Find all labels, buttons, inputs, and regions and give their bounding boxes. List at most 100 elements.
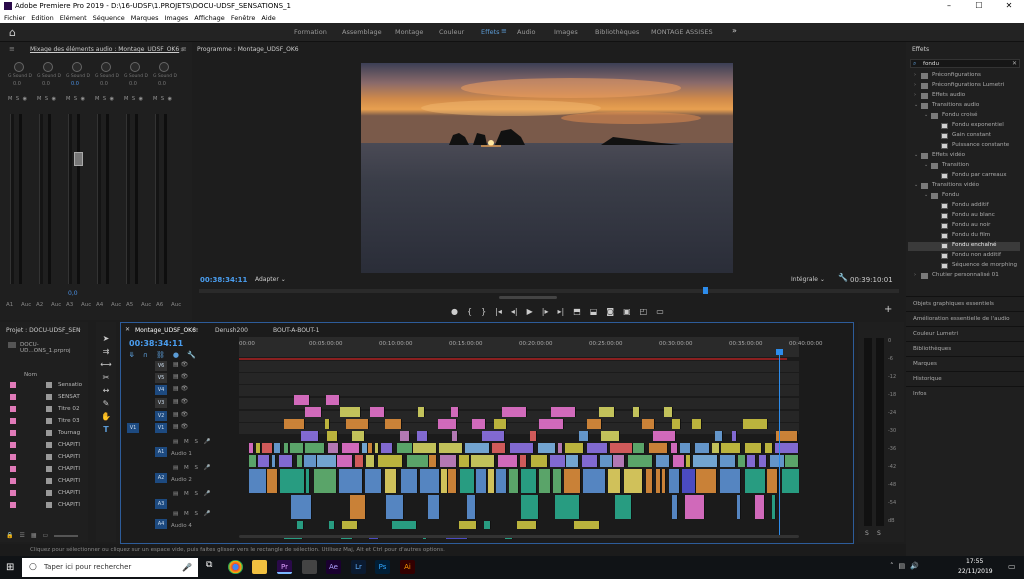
audio-track-target[interactable]: A4	[155, 519, 167, 529]
timeline-clip[interactable]	[613, 455, 626, 467]
timeline-clip[interactable]	[695, 443, 711, 453]
timeline-clip[interactable]	[669, 469, 681, 493]
timeline-clip[interactable]	[520, 455, 528, 467]
timeline-clip[interactable]	[280, 469, 306, 493]
timeline-clip[interactable]	[720, 469, 741, 493]
workspace-montage[interactable]: Montage	[395, 28, 423, 36]
project-item[interactable]: CHAPITI	[58, 466, 80, 472]
workspace-couleur[interactable]: Couleur	[439, 28, 464, 36]
timeline-clip[interactable]	[767, 469, 778, 493]
timeline-clip[interactable]	[471, 419, 486, 429]
timeline-clip[interactable]	[283, 443, 290, 453]
channel-name[interactable]: Auc	[171, 302, 181, 308]
after-effects-icon[interactable]: Ae	[326, 560, 341, 574]
solo-right-button[interactable]: S	[877, 530, 881, 537]
timeline-clip[interactable]	[397, 443, 413, 453]
ripple-edit-tool-icon[interactable]: ⟷	[100, 360, 111, 369]
timeline-clip[interactable]	[509, 443, 534, 453]
track-sync-lock-icon[interactable]: ▤ 👁	[173, 411, 188, 418]
timeline-clip[interactable]	[301, 431, 320, 441]
workspace-overflow-icon[interactable]: »	[732, 26, 737, 35]
network-icon[interactable]: ▤	[899, 562, 906, 570]
project-item[interactable]: CHAPITI	[58, 490, 80, 496]
effects-tree-row[interactable]: Fondu exponentiel	[908, 122, 1020, 131]
workspace-bibliotheques[interactable]: Bibliothèques	[595, 28, 639, 36]
chevron-icon[interactable]: ⌄	[914, 152, 918, 158]
mark-in-icon[interactable]: {	[467, 307, 472, 316]
freeform-view-icon[interactable]: ▭	[43, 532, 49, 539]
timeline-clip[interactable]	[578, 431, 589, 441]
timeline-clip[interactable]	[361, 443, 368, 453]
channel-name[interactable]: Auc	[51, 302, 61, 308]
timeline-clip[interactable]	[721, 443, 742, 453]
track-mute-solo[interactable]: ▤ M S 🎤	[173, 465, 213, 471]
timeline-clip[interactable]	[328, 521, 335, 529]
workspace-menu-icon[interactable]: ≡	[501, 27, 507, 35]
timeline-clip[interactable]	[450, 407, 459, 417]
track-target[interactable]: V5	[155, 373, 167, 383]
fader-handle[interactable]	[74, 152, 83, 166]
audio-track-target[interactable]: A3	[155, 499, 167, 509]
premiere-taskbar-icon[interactable]: Pr	[277, 560, 292, 574]
timeline-clip[interactable]	[508, 469, 520, 493]
close-button[interactable]: ✕	[994, 0, 1024, 12]
fit-dropdown[interactable]: Adapter ⌄	[255, 276, 286, 283]
timeline-clip[interactable]	[771, 495, 777, 519]
timeline-clip[interactable]	[552, 469, 563, 493]
timeline-clip[interactable]	[737, 495, 742, 519]
effects-tree-row[interactable]: ⌄ Fondu	[908, 192, 1020, 201]
label-color-swatch[interactable]	[10, 502, 16, 508]
timeline-clip[interactable]	[680, 443, 692, 453]
timeline-clip[interactable]	[283, 419, 305, 429]
track-target[interactable]: V1	[155, 423, 167, 433]
timeline-clip[interactable]	[692, 455, 718, 467]
timeline-clip[interactable]	[416, 431, 429, 441]
file-explorer-icon[interactable]	[252, 560, 267, 574]
panel-menu-icon[interactable]: ≡	[181, 45, 187, 53]
timeline-clip[interactable]	[662, 469, 667, 493]
label-color-swatch[interactable]	[10, 478, 16, 484]
menu-aide[interactable]: Aide	[261, 14, 275, 22]
project-item[interactable]: CHAPITI	[58, 502, 80, 508]
lightroom-icon[interactable]: Lr	[351, 560, 366, 574]
msr-buttons[interactable]: M S ◉	[8, 96, 28, 102]
taskbar-search-box[interactable]: ○ Taper ici pour rechercher 🎤	[22, 558, 198, 577]
menu-affichage[interactable]: Affichage	[194, 14, 225, 22]
work-area-bar[interactable]	[239, 358, 787, 360]
clear-search-icon[interactable]: ✕	[1012, 60, 1017, 67]
timeline-clip[interactable]	[686, 455, 692, 467]
effects-search-box[interactable]: ⌕ fondu ✕	[910, 59, 1020, 68]
timeline-clip[interactable]	[656, 455, 670, 467]
msr-buttons[interactable]: M S ◉	[124, 96, 144, 102]
lift-icon[interactable]: ⬒	[573, 307, 581, 316]
pan-knob[interactable]	[72, 62, 82, 72]
track-target[interactable]: V6	[155, 361, 167, 371]
timeline-clip[interactable]	[458, 455, 471, 467]
timeline-clip[interactable]	[673, 455, 685, 467]
effects-tree-row[interactable]: Fondu au blanc	[908, 212, 1020, 221]
effects-tree-row[interactable]: Fondu par carreaux	[908, 172, 1020, 181]
timeline-clip[interactable]	[732, 431, 737, 441]
timeline-clip[interactable]	[516, 521, 538, 529]
chevron-icon[interactable]: ›	[914, 82, 916, 88]
close-tab-icon[interactable]: ✕	[125, 326, 130, 333]
track-sync-lock-icon[interactable]: ▤ 👁	[173, 361, 188, 368]
label-color-swatch[interactable]	[10, 430, 16, 436]
project-tab[interactable]: Projet : DOCU-UDSF_SEN	[6, 327, 81, 334]
track-target[interactable]: V3	[155, 398, 167, 408]
timeline-playhead[interactable]	[779, 349, 780, 535]
audio-track-target[interactable]: A1	[155, 447, 167, 457]
timeline-clip[interactable]	[339, 469, 364, 493]
timeline-clip[interactable]	[712, 443, 721, 453]
timeline-clip[interactable]	[754, 495, 766, 519]
chevron-icon[interactable]: ⌄	[924, 112, 928, 118]
timeline-clip[interactable]	[440, 469, 448, 493]
track-target[interactable]: V2	[155, 411, 167, 421]
workspace-effets[interactable]: Effets	[481, 28, 500, 36]
volume-icon[interactable]: 🔊	[910, 562, 919, 570]
timeline-clip[interactable]	[464, 443, 490, 453]
timeline-clip[interactable]	[498, 455, 518, 467]
timeline-clip[interactable]	[582, 469, 606, 493]
timeline-clip[interactable]	[459, 469, 476, 493]
timeline-clip[interactable]	[438, 443, 463, 453]
